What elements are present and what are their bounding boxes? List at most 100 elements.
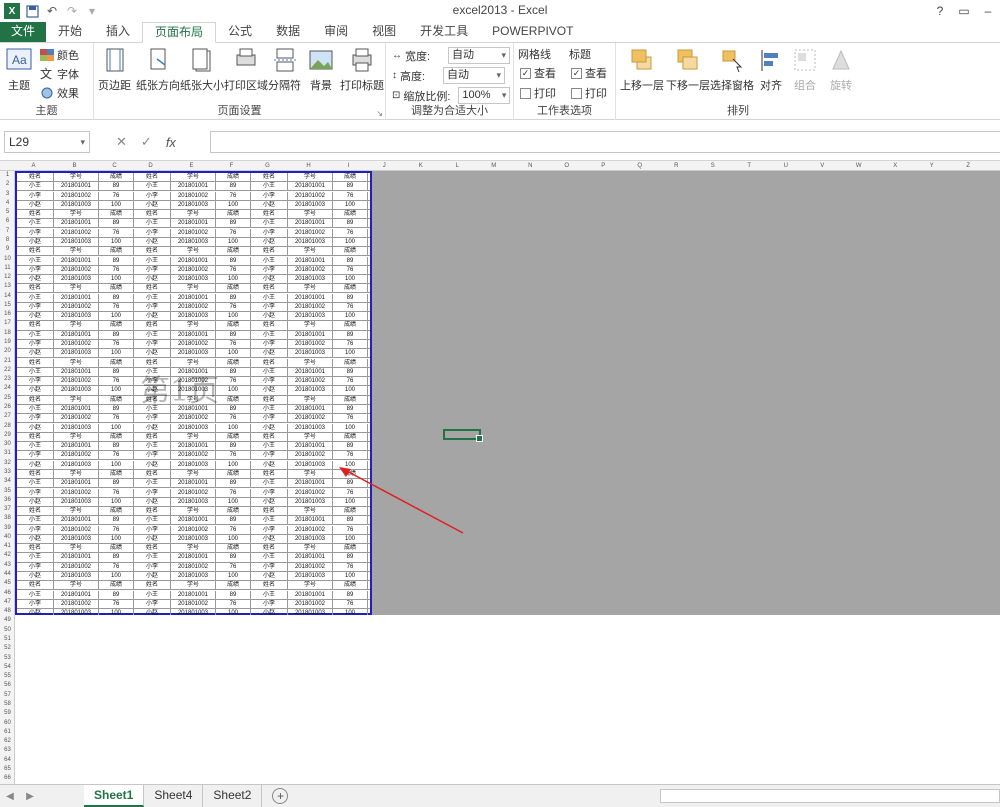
cell[interactable]: 76 — [99, 228, 134, 238]
cell[interactable]: 成绩 — [99, 321, 134, 331]
cell[interactable]: 小赵 — [251, 534, 288, 544]
cell[interactable]: 201801002 — [288, 191, 333, 201]
prev-sheet-icon[interactable]: ◀ — [0, 791, 20, 802]
cell[interactable]: 201801003 — [171, 423, 216, 433]
cell[interactable]: 100 — [99, 423, 134, 433]
cell[interactable]: 201801002 — [171, 451, 216, 461]
breaks-button[interactable]: 分隔符 — [268, 47, 301, 93]
cell[interactable]: 姓名 — [134, 210, 171, 220]
cell[interactable]: 76 — [333, 191, 368, 201]
cell[interactable]: 姓名 — [17, 469, 54, 479]
cell[interactable]: 100 — [333, 275, 368, 285]
cell[interactable]: 201801002 — [288, 488, 333, 498]
cell[interactable]: 89 — [216, 219, 251, 229]
cell[interactable]: 小李 — [251, 265, 288, 275]
cell[interactable]: 学号 — [171, 210, 216, 220]
cell[interactable]: 89 — [333, 293, 368, 303]
cell[interactable]: 89 — [216, 182, 251, 192]
cell[interactable]: 小赵 — [134, 200, 171, 210]
cell[interactable]: 89 — [216, 256, 251, 266]
cell[interactable]: 100 — [333, 423, 368, 433]
cell[interactable]: 小李 — [251, 525, 288, 535]
cell[interactable]: 76 — [333, 562, 368, 572]
cell[interactable]: 小李 — [17, 525, 54, 535]
cell[interactable]: 学号 — [171, 544, 216, 554]
cell[interactable]: 100 — [99, 572, 134, 582]
cell[interactable]: 201801001 — [54, 330, 99, 340]
row-header[interactable]: 56 — [0, 681, 15, 690]
cell[interactable]: 89 — [333, 330, 368, 340]
row-header[interactable]: 2 — [0, 180, 15, 189]
cell[interactable]: 小李 — [134, 191, 171, 201]
cell[interactable]: 76 — [216, 562, 251, 572]
cell[interactable]: 小李 — [17, 265, 54, 275]
column-header[interactable]: A — [15, 161, 52, 171]
cell[interactable]: 小李 — [134, 562, 171, 572]
cell[interactable]: 201801002 — [288, 377, 333, 387]
cell[interactable]: 76 — [99, 562, 134, 572]
row-header[interactable]: 42 — [0, 551, 15, 560]
cell[interactable]: 小赵 — [251, 497, 288, 507]
cell[interactable]: 201801003 — [288, 349, 333, 359]
cell[interactable]: 201801001 — [54, 479, 99, 489]
cell[interactable]: 小赵 — [17, 534, 54, 544]
margins-button[interactable]: 页边距 — [98, 47, 131, 93]
cell[interactable]: 89 — [333, 442, 368, 452]
column-header[interactable]: S — [695, 161, 732, 171]
cell[interactable]: 小李 — [17, 414, 54, 424]
cell[interactable]: 学号 — [54, 358, 99, 368]
cell[interactable]: 学号 — [288, 173, 333, 182]
cell[interactable]: 小王 — [134, 219, 171, 229]
column-header[interactable]: H — [286, 161, 331, 171]
cell[interactable]: 成绩 — [99, 544, 134, 554]
cell[interactable]: 89 — [216, 405, 251, 414]
cell[interactable]: 姓名 — [251, 395, 288, 405]
cell[interactable]: 姓名 — [134, 469, 171, 479]
cell[interactable]: 姓名 — [134, 544, 171, 554]
cell[interactable]: 学号 — [54, 544, 99, 554]
cell[interactable]: 201801003 — [171, 460, 216, 470]
cell[interactable]: 201801001 — [54, 405, 99, 414]
cell[interactable]: 89 — [216, 367, 251, 377]
cell[interactable]: 姓名 — [17, 210, 54, 220]
column-header[interactable]: M — [476, 161, 513, 171]
column-header[interactable]: I — [331, 161, 366, 171]
cell[interactable]: 学号 — [54, 284, 99, 294]
row-header[interactable]: 16 — [0, 310, 15, 319]
cell[interactable]: 成绩 — [216, 284, 251, 294]
cell[interactable]: 学号 — [54, 469, 99, 479]
column-header[interactable]: O — [549, 161, 586, 171]
enter-icon[interactable]: ✓ — [141, 134, 152, 150]
cell[interactable]: 成绩 — [99, 358, 134, 368]
cell[interactable]: 100 — [216, 200, 251, 210]
cell[interactable]: 姓名 — [251, 173, 288, 182]
cell[interactable]: 201801003 — [54, 497, 99, 507]
cell[interactable]: 201801002 — [171, 191, 216, 201]
cell[interactable]: 201801002 — [54, 562, 99, 572]
cell[interactable]: 学号 — [288, 210, 333, 220]
row-header[interactable]: 63 — [0, 746, 15, 755]
cell[interactable]: 学号 — [288, 284, 333, 294]
cell[interactable]: 小赵 — [134, 312, 171, 322]
cell[interactable]: 100 — [99, 349, 134, 359]
cell[interactable]: 成绩 — [333, 395, 368, 405]
cell[interactable]: 学号 — [54, 581, 99, 591]
cell[interactable]: 89 — [333, 367, 368, 377]
cell[interactable]: 100 — [216, 460, 251, 470]
cell[interactable]: 201801002 — [54, 599, 99, 609]
cell[interactable]: 小李 — [251, 599, 288, 609]
cell[interactable]: 成绩 — [333, 210, 368, 220]
row-header[interactable]: 26 — [0, 403, 15, 412]
cell[interactable]: 201801001 — [288, 330, 333, 340]
cell[interactable]: 学号 — [288, 395, 333, 405]
cell[interactable]: 姓名 — [251, 321, 288, 331]
cell[interactable]: 学号 — [54, 247, 99, 257]
column-header[interactable]: D — [132, 161, 169, 171]
cell[interactable]: 学号 — [288, 358, 333, 368]
height-combo[interactable]: 自动 — [443, 67, 505, 84]
row-header[interactable]: 66 — [0, 774, 15, 783]
cell[interactable]: 小王 — [17, 479, 54, 489]
next-sheet-icon[interactable]: ▶ — [20, 791, 40, 802]
cell[interactable]: 学号 — [171, 507, 216, 517]
cell[interactable]: 201801001 — [288, 590, 333, 600]
